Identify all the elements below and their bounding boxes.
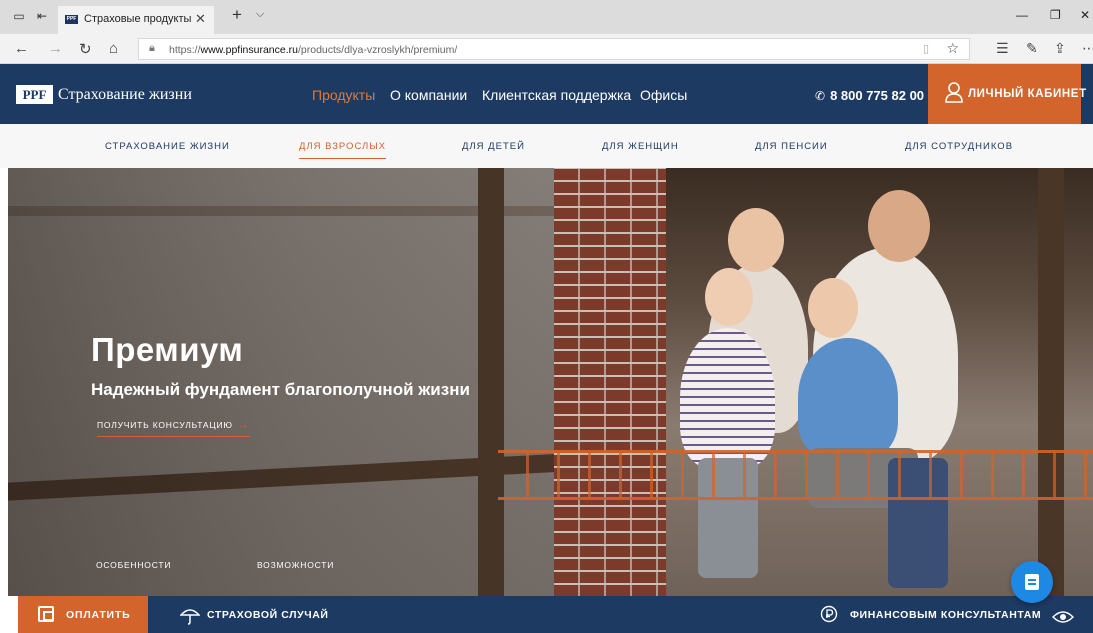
hero-brick-column [554, 168, 666, 596]
nav-offices[interactable]: Офисы [640, 87, 687, 103]
hero-head-girl-left [705, 268, 753, 326]
tab-list-chevron-icon[interactable]: ⌵ [256, 8, 264, 21]
site-logo[interactable]: PPF Страхование жизни [16, 85, 192, 104]
phone-icon: ✆ [815, 89, 826, 103]
close-window-icon[interactable]: ✕ [1080, 8, 1090, 22]
personal-cabinet-button[interactable]: ЛИЧНЫЙ КАБИНЕТ [928, 64, 1086, 124]
browser-tab-bar: ▭ ⇤ PPF Страховые продукты ✕ + ⌵ — ❐ ✕ [0, 0, 1093, 34]
eye-icon[interactable] [1052, 610, 1074, 624]
hero-figure-girl-right [798, 338, 898, 458]
favicon-icon: PPF [65, 15, 78, 24]
consultants-link[interactable]: ФИНАНСОВЫМ КОНСУЛЬТАНТАМ [850, 609, 1041, 621]
forward-icon[interactable]: → [48, 40, 63, 57]
tab-actions-icon[interactable]: ▭ [12, 9, 26, 23]
link-possibilities[interactable]: ВОЗМОЖНОСТИ [257, 560, 334, 570]
hero-post-right [1038, 168, 1064, 596]
wallet-icon [38, 606, 54, 622]
phone-number: 8 800 775 82 00 [830, 88, 925, 103]
lock-icon: 🔒︎ [149, 42, 155, 54]
hero-title: Премиум [91, 331, 244, 368]
url-text: https://www.ppfinsurance.ru/products/dly… [169, 44, 458, 56]
nav-about[interactable]: О компании [390, 87, 467, 103]
subnav-pension[interactable]: ДЛЯ ПЕНСИИ [755, 141, 828, 152]
subnav-adults[interactable]: ДЛЯ ВЗРОСЛЫХ [299, 141, 386, 159]
share-icon[interactable]: ⇪ [1054, 40, 1066, 57]
subnav-women[interactable]: ДЛЯ ЖЕНЩИН [602, 141, 679, 152]
sub-navigation: СТРАХОВАНИЕ ЖИЗНИ ДЛЯ ВЗРОСЛЫХ ДЛЯ ДЕТЕЙ… [0, 124, 1093, 168]
notes-pen-icon[interactable]: ✎ [1026, 40, 1038, 57]
hero-head-girl-right [808, 278, 858, 338]
umbrella-icon [180, 609, 200, 625]
hero-banner: Премиум Надежный фундамент благополучной… [8, 168, 1093, 596]
ruble-icon [820, 605, 838, 623]
more-icon[interactable]: ⋯ [1082, 40, 1093, 57]
get-consultation-link[interactable]: ПОЛУЧИТЬ КОНСУЛЬТАЦИЮ → [97, 419, 250, 437]
set-tabs-aside-icon[interactable]: ⇤ [35, 9, 49, 23]
tab-title: Страховые продукты [84, 13, 192, 25]
user-icon [945, 82, 963, 103]
hero-head-mother [728, 208, 784, 272]
new-tab-icon[interactable]: + [232, 5, 242, 25]
refresh-icon[interactable]: ↻ [79, 40, 92, 58]
insurance-case-link[interactable]: СТРАХОВОЙ СЛУЧАЙ [207, 609, 329, 621]
pay-label: ОПЛАТИТЬ [66, 609, 131, 621]
minimize-icon[interactable]: — [1016, 8, 1028, 22]
restore-icon[interactable]: ❐ [1050, 8, 1061, 22]
cta-label: ПОЛУЧИТЬ КОНСУЛЬТАЦИЮ [97, 420, 233, 430]
subnav-children[interactable]: ДЛЯ ДЕТЕЙ [462, 141, 525, 152]
phone-link[interactable]: ✆ 8 800 775 82 00 [815, 88, 924, 103]
address-bar-row: ← → ↻ ⌂ 🔒︎ https://www.ppfinsurance.ru/p… [0, 34, 1093, 64]
chat-icon [1025, 574, 1039, 590]
nav-support[interactable]: Клиентская поддержка [482, 87, 631, 103]
chat-button[interactable] [1011, 561, 1053, 603]
cabinet-label: ЛИЧНЫЙ КАБИНЕТ [968, 88, 1087, 100]
hero-orange-railing [498, 450, 1093, 500]
home-icon[interactable]: ⌂ [109, 40, 118, 57]
url-field[interactable]: 🔒︎ https://www.ppfinsurance.ru/products/… [138, 38, 970, 60]
subnav-life-insurance[interactable]: СТРАХОВАНИЕ ЖИЗНИ [105, 141, 230, 152]
favorites-list-icon[interactable]: ☰ [996, 40, 1009, 57]
nav-products[interactable]: Продукты [312, 87, 375, 103]
browser-tab[interactable]: PPF Страховые продукты ✕ [58, 6, 214, 34]
logo-text: Страхование жизни [58, 85, 192, 103]
hero-head-father [868, 190, 930, 262]
arrow-right-icon: → [237, 419, 250, 431]
logo-badge: PPF [16, 85, 53, 104]
subnav-employees[interactable]: ДЛЯ СОТРУДНИКОВ [905, 141, 1013, 152]
tab-close-icon[interactable]: ✕ [195, 11, 206, 27]
hero-figure-girl-left [680, 328, 775, 468]
reading-view-icon[interactable]: ▯ [923, 42, 929, 55]
hero-subtitle: Надежный фундамент благополучной жизни [91, 380, 470, 399]
link-features[interactable]: ОСОБЕННОСТИ [96, 560, 171, 570]
favorite-star-icon[interactable]: ☆ [946, 40, 959, 57]
pay-button[interactable]: ОПЛАТИТЬ [18, 596, 148, 633]
back-icon[interactable]: ← [14, 40, 29, 57]
